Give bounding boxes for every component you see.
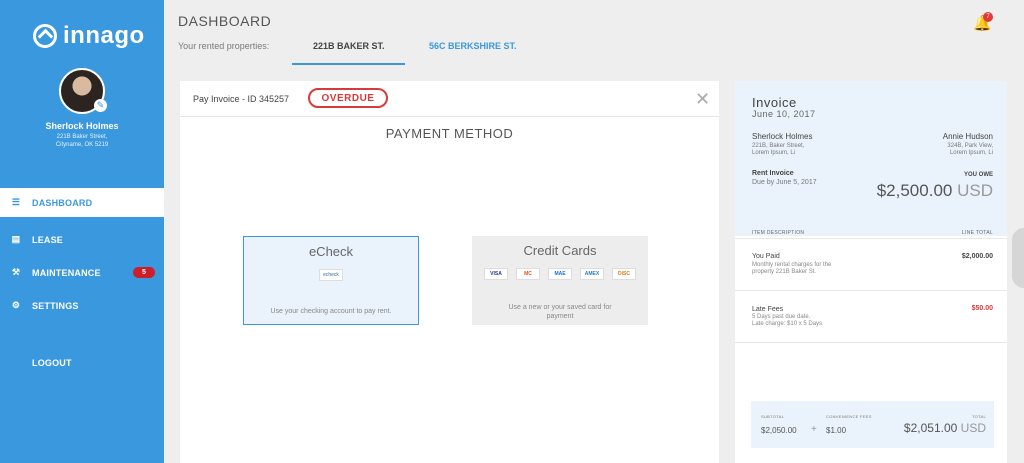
rent-invoice-title: Rent Invoice [752,170,794,177]
sidebar-item-dashboard[interactable]: ☰ DASHBOARD [0,188,164,217]
rent-due-date: Due by June 5, 2017 [752,179,817,186]
total-label: TOTAL [971,414,986,419]
sidebar: innago ✎ Sherlock Holmes 221B Baker Stre… [0,0,164,463]
item-late-fees-amount: $50.00 [971,305,993,312]
item-late-fees-title: Late Fees [752,306,784,313]
credit-card-title: Credit Cards [523,243,597,258]
convenience-fees-label: CONVENIENCE FEES [826,414,872,419]
you-owe-label: YOU OWE [963,172,993,178]
echeck-option[interactable]: eCheck echeck Use your checking account … [243,236,419,325]
item-you-paid-amount: $2,000.00 [961,253,993,260]
sidebar-item-maintenance[interactable]: ⚒ MAINTENANCE 5 [0,258,164,287]
item-you-paid-desc: Monthly rental charges for the property … [752,262,832,275]
invoice-to-name: Annie Hudson [942,132,993,141]
invoice-date: June 10, 2017 [752,109,816,119]
echeck-title: eCheck [308,244,354,259]
subtotal-value: $2,050.00 [761,426,797,435]
invoice-to-address: 324B, Park View, Lorem Ipsum, Li [947,143,993,156]
maestro-icon: MAE [548,268,572,280]
status-badge: OVERDUE [308,88,388,108]
rented-properties-label: Your rented properties: [178,41,270,51]
payment-panel: Pay Invoice - ID 345257 OVERDUE ✕ PAYMEN… [180,81,719,463]
scroll-handle[interactable] [1012,228,1024,288]
brand-name: innago [63,22,145,49]
gear-icon: ⚙ [11,300,21,310]
amex-icon: AMEX [580,268,604,280]
sidebar-item-lease[interactable]: ▤ LEASE [0,225,164,254]
subtotal-label: SUBTOTAL [761,414,785,419]
edit-pencil-icon[interactable]: ✎ [94,99,107,112]
visa-icon: VISA [484,268,508,280]
close-icon[interactable]: ✕ [695,89,710,110]
col-line-total: LINE TOTAL [961,230,993,236]
payment-method-title: PAYMENT METHOD [385,126,514,141]
page-title: DASHBOARD [178,13,272,29]
mastercard-icon: MC [516,268,540,280]
invoice-title: Invoice [752,95,797,110]
notification-badge: 7 [983,12,993,22]
tab-56c-berkshire[interactable]: 56C BERKSHIRE ST. [429,41,517,51]
invoice-from-address: 221B, Baker Street, Lorem Ipsum, Li [752,143,805,156]
divider [735,238,1007,239]
invoice-id: Pay Invoice - ID 345257 [193,94,290,104]
invoice-totals: SUBTOTAL $2,050.00 + CONVENIENCE FEES $1… [751,401,994,448]
col-item-description: ITEM DESCRIPTION [752,230,805,236]
sliders-icon: ☰ [11,197,21,207]
convenience-fees-value: $1.00 [826,426,847,435]
divider [735,342,1007,343]
user-address: 221B Baker Street, Cityname, OK 5219 [55,134,109,148]
item-you-paid-title: You Paid [752,253,780,260]
brand-logo[interactable]: innago [33,22,145,50]
you-owe-amount: $2,500.00 USD [876,181,993,200]
discover-icon: DISC [612,268,636,280]
echeck-description: Use your checking account to pay rent. [270,308,392,315]
logo-icon [33,24,57,48]
user-name: Sherlock Holmes [45,121,119,131]
active-tab-indicator [292,63,405,65]
invoice-panel: Invoice June 10, 2017 Sherlock Holmes 22… [735,81,1007,463]
item-late-fees-desc: 5 Days past due date. Late charge: $10 x… [752,314,823,327]
card-logos: VISA MC MAE AMEX DISC [472,268,648,280]
invoice-summary: Invoice June 10, 2017 Sherlock Holmes 22… [735,81,1007,236]
wrench-icon: ⚒ [11,267,21,277]
invoice-from-name: Sherlock Holmes [752,132,813,141]
echeck-logo-icon: echeck [319,269,343,281]
tab-221b-baker[interactable]: 221B BAKER ST. [313,41,385,51]
total-value: $2,051.00 USD [903,421,986,435]
sidebar-item-logout[interactable]: LOGOUT [0,348,164,377]
credit-card-description: Use a new or your saved card for payment [508,304,612,320]
sidebar-item-settings[interactable]: ⚙ SETTINGS [0,291,164,320]
maintenance-badge: 5 [133,267,155,278]
plus-icon: + [811,424,817,435]
credit-card-option[interactable]: Credit Cards VISA MC MAE AMEX DISC Use a… [472,236,648,325]
payment-panel-header: Pay Invoice - ID 345257 OVERDUE ✕ [180,81,719,117]
divider [735,290,1007,291]
document-icon: ▤ [11,234,21,244]
